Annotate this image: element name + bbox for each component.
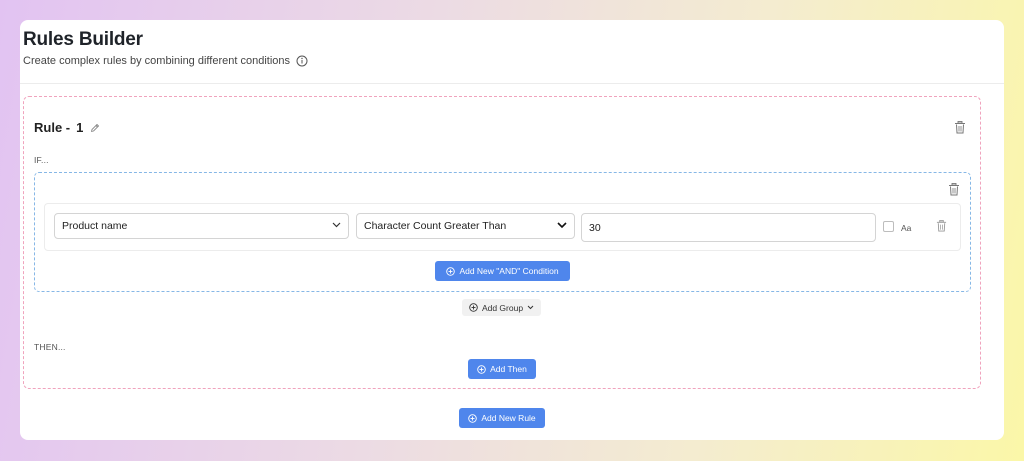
plus-circle-icon	[469, 303, 478, 312]
condition-group: Product name Character Count Greater Tha…	[34, 172, 971, 292]
chevron-down-icon	[527, 305, 534, 310]
info-icon[interactable]	[296, 55, 308, 67]
plus-circle-icon	[446, 266, 456, 276]
field-select-value: Product name	[62, 220, 128, 232]
add-then-button[interactable]: Add Then	[468, 359, 536, 379]
case-sensitive-label: Aa	[901, 223, 912, 233]
plus-circle-icon	[477, 364, 486, 374]
pencil-icon[interactable]	[90, 123, 100, 133]
rule-container: Rule - 1 IF... Product name Character Co…	[23, 96, 981, 389]
condition-row: Product name Character Count Greater Tha…	[44, 203, 961, 251]
add-then-label: Add Then	[490, 364, 527, 374]
add-group-button[interactable]: Add Group	[462, 299, 541, 316]
operator-select-value: Character Count Greater Than	[364, 220, 507, 232]
then-label: THEN...	[34, 342, 66, 352]
page-subtitle: Create complex rules by combining differ…	[23, 55, 308, 67]
rule-label: Rule -	[34, 120, 71, 135]
case-sensitive-checkbox[interactable]	[883, 221, 894, 232]
delete-condition-trash-icon[interactable]	[936, 220, 948, 233]
page-header: Rules Builder Create complex rules by co…	[20, 20, 1004, 84]
if-label: IF...	[34, 155, 49, 165]
add-and-condition-label: Add New "AND" Condition	[459, 266, 559, 276]
chevron-down-icon	[557, 222, 567, 229]
field-select[interactable]: Product name	[54, 213, 349, 239]
plus-circle-icon	[468, 413, 478, 423]
add-group-label: Add Group	[481, 302, 524, 313]
page-subtitle-text: Create complex rules by combining differ…	[23, 55, 290, 67]
add-new-rule-label: Add New Rule	[481, 413, 536, 423]
rule-number: 1	[76, 120, 84, 135]
chevron-down-icon	[332, 222, 341, 228]
rule-title: Rule - 1	[34, 120, 100, 135]
condition-value-input[interactable]	[581, 213, 876, 242]
delete-group-trash-icon[interactable]	[948, 183, 960, 196]
page-title: Rules Builder	[23, 29, 143, 50]
add-and-condition-button[interactable]: Add New "AND" Condition	[435, 261, 570, 281]
rules-builder-card: Rules Builder Create complex rules by co…	[20, 20, 1004, 440]
operator-select[interactable]: Character Count Greater Than	[356, 213, 575, 239]
add-new-rule-button[interactable]: Add New Rule	[459, 408, 545, 428]
delete-rule-trash-icon[interactable]	[954, 121, 966, 134]
